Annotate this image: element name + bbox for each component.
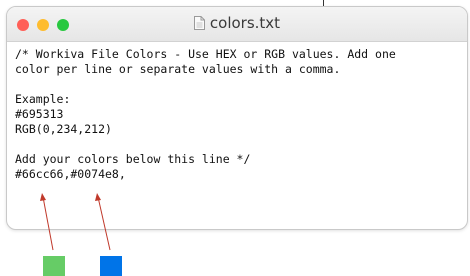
blue-color-swatch bbox=[100, 256, 122, 276]
arrow-to-blue-value bbox=[97, 196, 111, 251]
annotation-arrows bbox=[40, 193, 111, 251]
arrow-head-blue bbox=[95, 193, 101, 201]
green-color-swatch bbox=[43, 256, 65, 276]
arrow-to-green-value bbox=[42, 196, 54, 251]
arrow-head-green bbox=[40, 193, 46, 201]
